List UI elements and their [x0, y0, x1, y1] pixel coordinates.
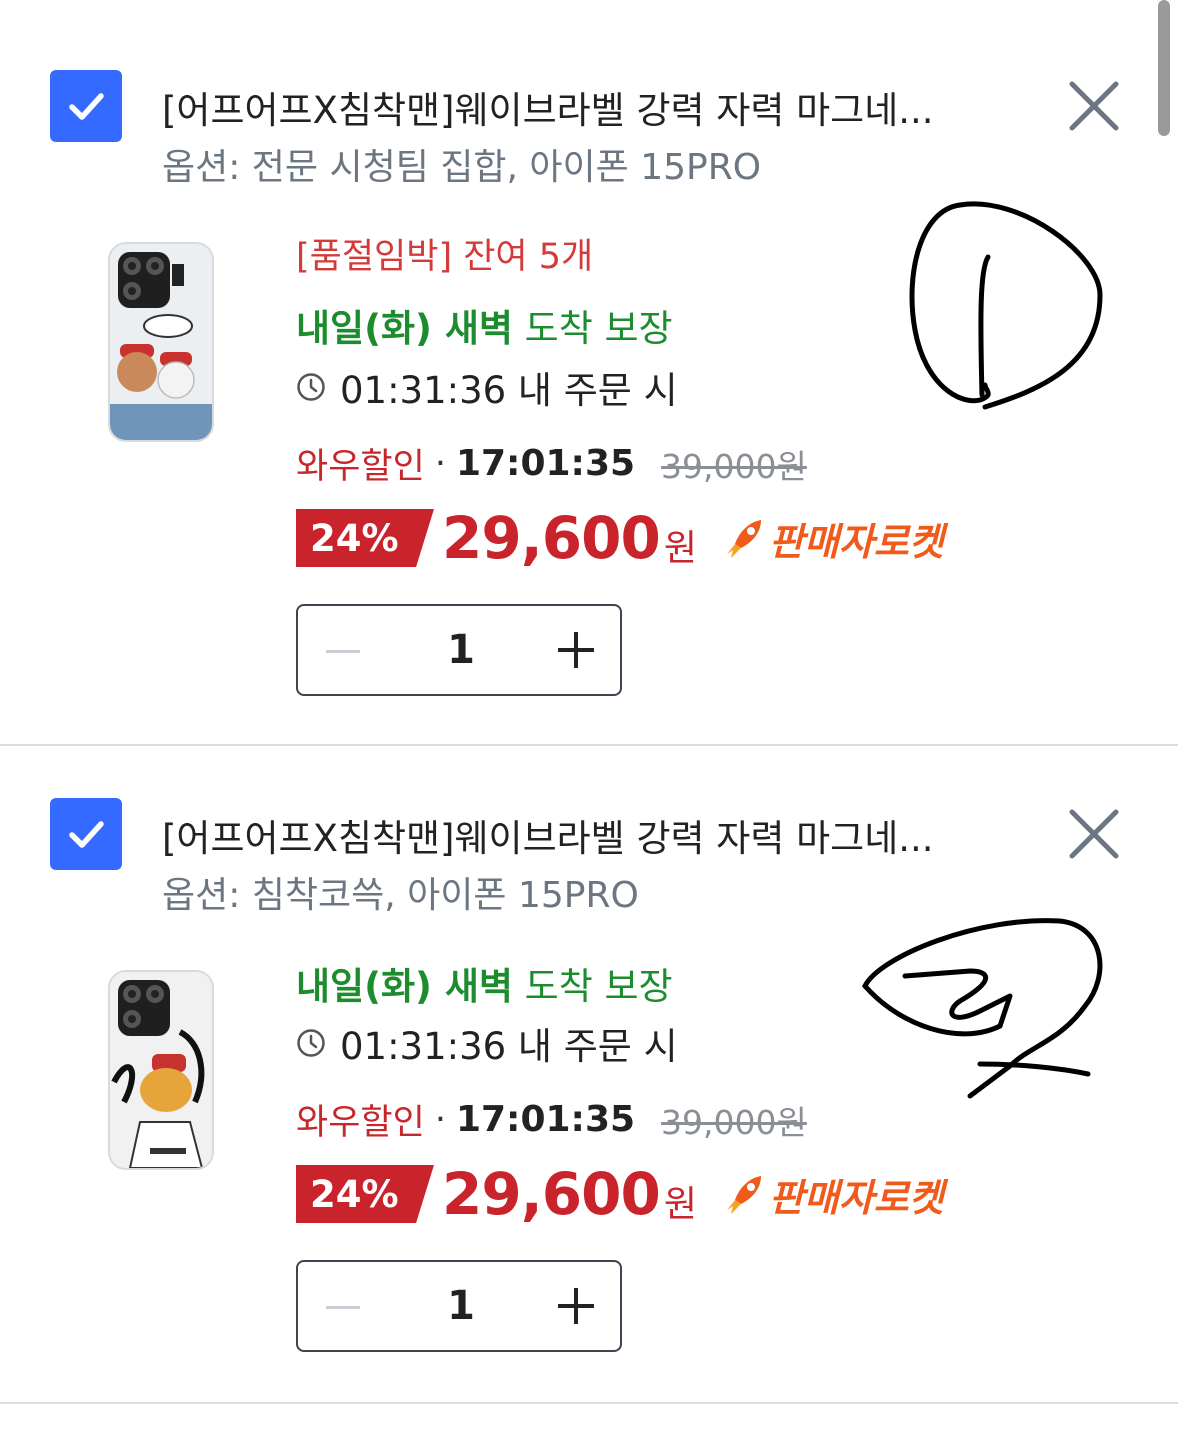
clock-icon	[297, 1029, 325, 1057]
delivery-promise: 내일(화) 새벽 도착 보장	[296, 298, 673, 352]
handwritten-annotation-1	[909, 201, 1103, 410]
rocket-icon	[726, 1176, 761, 1214]
product-thumbnail[interactable]	[108, 242, 214, 442]
stock-warning: [품절임박] 잔여 5개	[296, 237, 594, 277]
order-timer: 01:31:36 내 주문 시	[296, 1016, 678, 1070]
item-divider	[0, 1402, 1178, 1404]
clock-icon	[297, 373, 325, 401]
delivery-guarantee: 도착 보장	[512, 965, 673, 1008]
delivery-date: 내일(화) 새벽	[296, 307, 513, 350]
product-option: 옵션: 침착코쓱, 아이폰 15PRO	[162, 875, 639, 916]
wow-discount-line: 와우할인 · 17:01:35 39,000원	[296, 1094, 807, 1145]
discount-badge: 24%	[296, 509, 434, 567]
close-icon[interactable]	[1066, 806, 1122, 862]
product-thumbnail[interactable]	[108, 970, 214, 1170]
quantity-stepper[interactable]: 1	[296, 1260, 622, 1352]
sale-price: 29,600	[442, 1160, 661, 1228]
handwritten-annotation-2	[862, 918, 1103, 1099]
rocket-label: 판매자로켓	[768, 1175, 944, 1220]
wow-discount-line: 와우할인 · 17:01:35 39,000원	[296, 438, 807, 489]
currency-unit: 원	[663, 528, 697, 569]
original-price: 39,000원	[661, 1102, 807, 1142]
wow-label: 와우할인	[296, 1103, 425, 1143]
rocket-badge: 판매자로켓	[721, 1167, 944, 1222]
rocket-badge: 판매자로켓	[721, 511, 944, 566]
product-option: 옵션: 전문 시청팀 집합, 아이폰 15PRO	[162, 147, 762, 188]
original-price: 39,000원	[661, 446, 807, 486]
timer-text: 01:31:36 내 주문 시	[340, 1025, 678, 1068]
quantity-stepper[interactable]: 1	[296, 604, 622, 696]
timer-text: 01:31:36 내 주문 시	[340, 369, 678, 412]
plus-icon[interactable]	[558, 1288, 594, 1324]
item-checkbox[interactable]	[50, 798, 122, 870]
delivery-guarantee: 도착 보장	[512, 307, 673, 350]
wow-deadline: 17:01:35	[455, 443, 636, 484]
product-title[interactable]: [어프어프X침착맨]웨이브라벨 강력 자력 마그네...	[162, 80, 1022, 134]
checkmark-icon	[69, 93, 104, 120]
currency-unit: 원	[663, 1184, 697, 1225]
product-title[interactable]: [어프어프X침착맨]웨이브라벨 강력 자력 마그네...	[162, 808, 1022, 862]
discount-badge: 24%	[296, 1165, 434, 1223]
delivery-promise: 내일(화) 새벽 도착 보장	[296, 956, 673, 1010]
rocket-icon	[726, 520, 761, 558]
delivery-date: 내일(화) 새벽	[296, 965, 513, 1008]
checkmark-icon	[69, 821, 104, 848]
cart-item-1: [어프어프X침착맨]웨이브라벨 강력 자력 마그네... 옵션: 전문 시청팀 …	[0, 0, 1178, 744]
wow-label: 와우할인	[296, 447, 425, 487]
close-icon[interactable]	[1066, 78, 1122, 134]
plus-icon[interactable]	[558, 632, 594, 668]
price-line: 24% 29,600 원 판매자로켓	[296, 1160, 944, 1228]
price-line: 24% 29,600 원 판매자로켓	[296, 504, 944, 572]
rocket-label: 판매자로켓	[768, 519, 944, 564]
cart-item-2: [어프어프X침착맨]웨이브라벨 강력 자력 마그네... 옵션: 침착코쓱, 아…	[0, 746, 1178, 1402]
wow-deadline: 17:01:35	[455, 1099, 636, 1140]
order-timer: 01:31:36 내 주문 시	[296, 360, 678, 414]
sale-price: 29,600	[442, 504, 661, 572]
item-checkbox[interactable]	[50, 70, 122, 142]
